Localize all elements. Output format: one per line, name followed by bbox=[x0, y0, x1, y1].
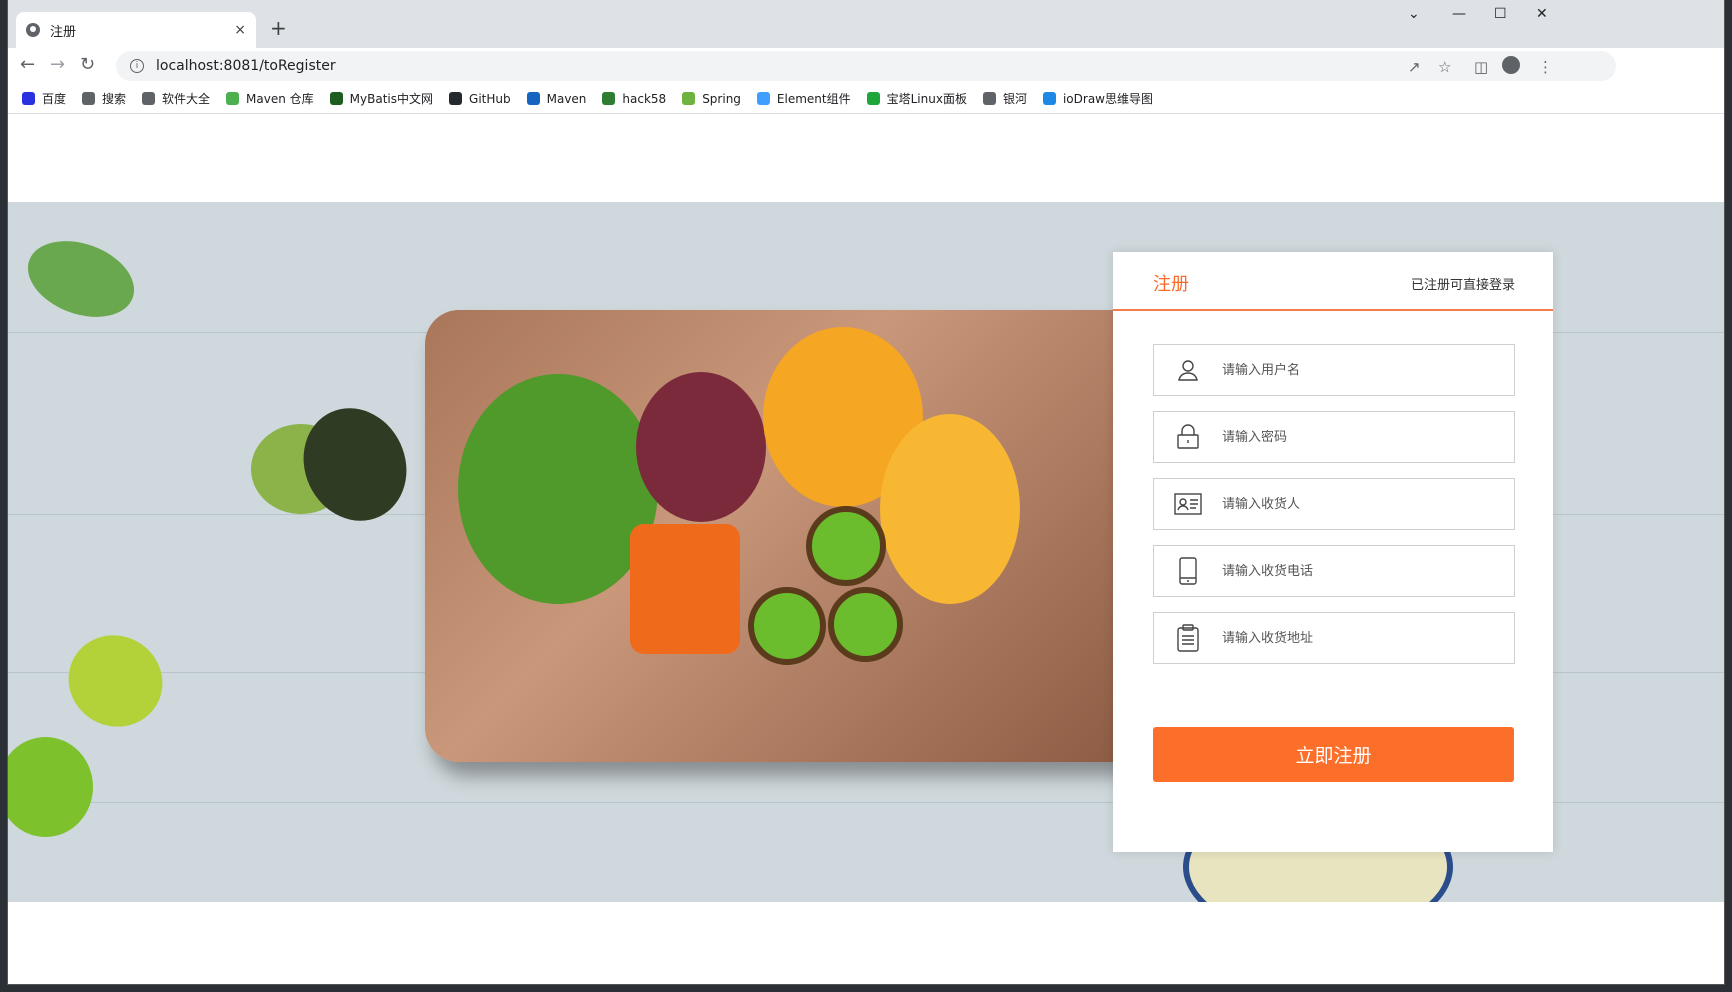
kiwi-image-2 bbox=[748, 587, 826, 665]
bookmark-label: Element组件 bbox=[776, 92, 851, 106]
password-field[interactable] bbox=[1153, 411, 1515, 463]
maximize-button[interactable]: ☐ bbox=[1494, 6, 1507, 22]
user-icon bbox=[1154, 345, 1222, 395]
password-input[interactable] bbox=[1222, 429, 1482, 445]
register-submit-button[interactable]: 立即注册 bbox=[1153, 727, 1514, 782]
browser-toolbar: ← → ↻ i localhost:8081/toRegister ↗ ☆ ◫ … bbox=[8, 48, 1724, 84]
username-field[interactable] bbox=[1153, 344, 1515, 396]
tab-title: 注册 bbox=[50, 24, 77, 40]
bookmark-favicon-icon bbox=[602, 92, 616, 105]
bookmark-favicon-icon bbox=[682, 92, 696, 105]
bookmark-label: hack58 bbox=[622, 91, 667, 106]
bookmark-favicon-icon bbox=[329, 92, 343, 105]
bookmark-item[interactable]: 银河 bbox=[982, 90, 1027, 107]
bookmark-favicon-icon bbox=[82, 92, 96, 105]
bookmark-favicon-icon bbox=[142, 92, 156, 105]
username-input[interactable] bbox=[1222, 362, 1482, 378]
bookmark-label: MyBatis中文网 bbox=[349, 92, 434, 106]
phone-icon bbox=[1154, 546, 1222, 596]
lettuce-image bbox=[458, 374, 658, 604]
avocado-image bbox=[285, 391, 425, 538]
share-icon[interactable]: ↗ bbox=[1408, 58, 1421, 76]
bookmark-favicon-icon bbox=[1042, 92, 1056, 105]
url-text: localhost:8081/toRegister bbox=[156, 58, 336, 74]
bookmark-label: 软件大全 bbox=[162, 92, 211, 106]
bookmark-label: 宝塔Linux面板 bbox=[886, 92, 967, 106]
bookmark-star-icon[interactable]: ☆ bbox=[1438, 58, 1451, 76]
carrot-image bbox=[630, 524, 740, 654]
register-title: 注册 bbox=[1153, 274, 1189, 295]
bookmarks-bar: 百度 搜索 软件大全 Maven 仓库 MyBatis中文网 GitHub Maven hac… bbox=[8, 84, 1724, 114]
kiwi-image-3 bbox=[828, 587, 903, 662]
bookmark-item[interactable]: ioDraw思维导图 bbox=[1042, 90, 1153, 107]
lock-icon bbox=[1154, 412, 1222, 462]
bookmark-label: 百度 bbox=[42, 92, 67, 106]
bookmark-label: Spring bbox=[702, 91, 741, 106]
lime-slice-image bbox=[51, 618, 180, 744]
bookmark-item[interactable]: Maven bbox=[526, 91, 587, 106]
bookmark-label: Maven 仓库 bbox=[246, 92, 314, 106]
bookmark-label: ioDraw思维导图 bbox=[1062, 92, 1153, 106]
bookmark-favicon-icon bbox=[526, 92, 540, 105]
bookmark-item[interactable]: 软件大全 bbox=[142, 90, 210, 107]
id-card-icon bbox=[1154, 479, 1222, 529]
forward-icon[interactable]: → bbox=[50, 54, 65, 75]
bookmark-favicon-icon bbox=[982, 92, 996, 105]
profile-avatar-icon[interactable] bbox=[1502, 56, 1520, 74]
tab-close-icon[interactable]: × bbox=[234, 22, 246, 38]
lime-image bbox=[8, 737, 93, 837]
bookmark-label: 银河 bbox=[1002, 92, 1027, 106]
bookmark-favicon-icon bbox=[449, 92, 463, 105]
login-link[interactable]: 已注册可直接登录 bbox=[1411, 274, 1515, 293]
bookmark-item[interactable]: 宝塔Linux面板 bbox=[866, 90, 967, 107]
back-icon[interactable]: ← bbox=[20, 54, 35, 75]
bookmark-item[interactable]: 搜索 bbox=[82, 90, 126, 107]
globe-icon bbox=[26, 23, 40, 37]
address-input[interactable] bbox=[1222, 630, 1482, 646]
menu-dots-icon[interactable]: ⋮ bbox=[1538, 58, 1553, 76]
bookmark-item[interactable]: Element组件 bbox=[756, 90, 851, 107]
card-header: 注册 已注册可直接登录 bbox=[1113, 252, 1553, 311]
clipboard-icon bbox=[1154, 613, 1222, 663]
browser-window: 注册 × + ⌄ — ☐ ✕ ← → ↻ i localhost:8081/to… bbox=[8, 0, 1724, 984]
bookmark-favicon-icon bbox=[22, 92, 35, 105]
tab-search-icon[interactable]: ⌄ bbox=[1408, 6, 1420, 22]
bookmark-item[interactable]: MyBatis中文网 bbox=[329, 90, 434, 107]
receiver-field[interactable] bbox=[1153, 478, 1515, 530]
address-field[interactable] bbox=[1153, 612, 1515, 664]
bookmark-label: Maven bbox=[546, 91, 587, 106]
page-content: 注册 已注册可直接登录 请输入用户名 请输入收货人 请输入收货电话 请输入收货地… bbox=[8, 115, 1724, 984]
side-panel-icon[interactable]: ◫ bbox=[1474, 58, 1488, 76]
bookmark-item[interactable]: 百度 bbox=[22, 90, 66, 107]
bookmark-favicon-icon bbox=[866, 92, 880, 105]
minimize-button[interactable]: — bbox=[1452, 6, 1466, 22]
site-info-icon[interactable]: i bbox=[130, 59, 144, 73]
browser-tab[interactable]: 注册 × bbox=[16, 12, 256, 48]
reload-icon[interactable]: ↻ bbox=[80, 54, 95, 75]
new-tab-button[interactable]: + bbox=[270, 16, 287, 40]
bookmark-label: GitHub bbox=[469, 91, 511, 106]
address-bar[interactable]: i localhost:8081/toRegister bbox=[116, 51, 1616, 81]
bookmark-item[interactable]: Maven 仓库 bbox=[226, 90, 314, 107]
mint-leaf-image bbox=[17, 227, 145, 331]
kiwi-image bbox=[806, 506, 886, 586]
bookmark-item[interactable]: Spring bbox=[682, 92, 741, 106]
mango-image-2 bbox=[880, 414, 1020, 604]
bookmark-favicon-icon bbox=[226, 92, 240, 105]
bookmark-label: 搜索 bbox=[102, 92, 127, 106]
close-window-button[interactable]: ✕ bbox=[1536, 6, 1548, 22]
bookmark-item[interactable]: GitHub bbox=[449, 92, 511, 106]
receiver-input[interactable] bbox=[1222, 496, 1482, 512]
phone-input[interactable] bbox=[1222, 563, 1482, 579]
tab-strip: 注册 × + ⌄ — ☐ ✕ bbox=[8, 0, 1724, 48]
bookmark-item[interactable]: hack58 bbox=[602, 92, 666, 106]
grapes-image bbox=[636, 372, 766, 522]
phone-field[interactable] bbox=[1153, 545, 1515, 597]
bookmark-favicon-icon bbox=[756, 92, 770, 105]
register-card: 注册 已注册可直接登录 请输入用户名 请输入收货人 请输入收货电话 请输入收货地… bbox=[1113, 252, 1553, 852]
